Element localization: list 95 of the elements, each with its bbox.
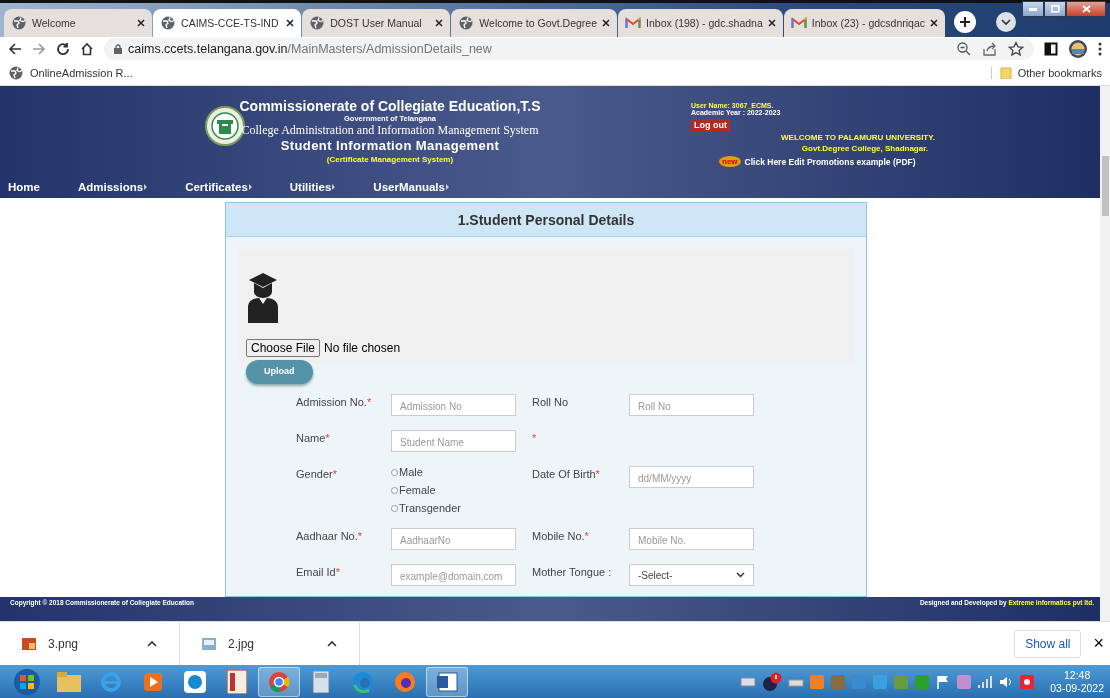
field-label: Email Id* xyxy=(296,565,342,580)
tab-search-button[interactable] xyxy=(996,12,1016,32)
text-field[interactable]: dd/MM/yyyy xyxy=(629,466,754,488)
show-all-button[interactable]: Show all xyxy=(1014,629,1082,658)
module-title: Student Information Management xyxy=(280,138,500,153)
system-title: College Administration and Information Management System xyxy=(241,123,539,138)
required-mark: * xyxy=(532,431,538,446)
minimize-icon xyxy=(1029,7,1037,11)
text-field[interactable]: AadhaarNo xyxy=(391,528,516,550)
maximize-button[interactable] xyxy=(1044,1,1066,17)
globe-icon xyxy=(11,15,27,31)
nav-menu-item[interactable]: Certificates xyxy=(185,181,252,193)
field-label: Mother Tongue : xyxy=(532,565,613,580)
sidebar-icon[interactable] xyxy=(1044,40,1058,57)
college-name: Govt.Degree College, Shadnagar. xyxy=(801,144,929,153)
logout-button[interactable]: Log out xyxy=(691,119,730,131)
chrome-icon[interactable] xyxy=(258,666,300,697)
browser-tab[interactable]: Inbox (23) - gdcsdnriqac xyxy=(783,9,945,37)
share-icon[interactable] xyxy=(982,40,998,57)
maximize-icon xyxy=(1050,5,1060,13)
new-badge: new xyxy=(719,156,741,167)
image-file-icon xyxy=(22,637,36,650)
promotions-link[interactable]: Click Here Edit Promotions example (PDF) xyxy=(744,156,916,167)
radio-option[interactable]: Transgender xyxy=(391,502,532,514)
text-field[interactable]: example@domain.com xyxy=(391,564,516,586)
nav-menu-item[interactable]: Home xyxy=(8,181,40,193)
close-icon[interactable] xyxy=(602,19,611,27)
graduate-icon xyxy=(246,271,280,323)
avatar-icon[interactable] xyxy=(1068,38,1088,59)
back-button[interactable] xyxy=(8,41,22,56)
zoom-icon[interactable] xyxy=(956,40,972,57)
home-button[interactable] xyxy=(80,41,94,56)
text-field[interactable]: Mobile No. xyxy=(629,528,754,550)
text-field[interactable]: Student Name xyxy=(391,430,516,452)
nav-menu-item[interactable]: Utilities xyxy=(289,181,336,193)
close-icon xyxy=(1081,5,1091,13)
minimize-button[interactable] xyxy=(1022,1,1044,17)
select-field[interactable]: -Select- xyxy=(629,564,754,586)
browser-tab[interactable]: Welcome to Govt.Degree xyxy=(451,9,618,37)
radio-option[interactable]: Male xyxy=(391,466,532,478)
globe-icon xyxy=(458,15,475,31)
chevron-down-icon xyxy=(736,572,745,578)
browser-tab[interactable]: CAIMS-CCE-TS-IND xyxy=(153,9,302,37)
browser-tab[interactable]: Inbox (198) - gdc.shadna xyxy=(618,9,783,37)
bookmark-item[interactable]: OnlineAdmission R... xyxy=(8,64,133,81)
new-tab-button[interactable] xyxy=(954,11,976,33)
plus-icon xyxy=(959,16,971,28)
browser-tab[interactable]: DOST User Manual xyxy=(302,9,451,37)
close-icon[interactable] xyxy=(137,19,146,27)
close-icon[interactable] xyxy=(435,19,444,27)
menu-icon[interactable] xyxy=(1098,40,1102,57)
other-bookmarks[interactable]: Other bookmarks xyxy=(990,66,1102,79)
field-label: Name* xyxy=(296,431,331,446)
alert-icon[interactable] xyxy=(761,671,784,692)
signal-icon[interactable] xyxy=(977,673,994,690)
close-icon[interactable] xyxy=(286,19,295,27)
folder-icon xyxy=(999,66,1012,79)
nav-menu-item[interactable]: UserManuals xyxy=(373,181,449,193)
text-field[interactable]: Roll No xyxy=(629,394,754,416)
field-label: Aadhaar No.* xyxy=(296,529,364,544)
image-file-icon xyxy=(202,637,216,650)
field-label: Date Of Birth* xyxy=(532,467,601,482)
text-field[interactable]: Admission No xyxy=(391,394,516,416)
close-icon[interactable] xyxy=(930,19,938,27)
reload-button[interactable] xyxy=(56,41,70,56)
star-icon[interactable] xyxy=(1008,40,1024,57)
field-label: Mobile No.* xyxy=(532,529,590,544)
panel-title: 1.Student Personal Details xyxy=(226,203,866,237)
browser-tab[interactable]: Welcome xyxy=(4,9,153,37)
chevron-down-icon xyxy=(1001,18,1011,26)
module-subtitle: (Certificate Management System) xyxy=(326,155,454,164)
radio-option[interactable]: Female xyxy=(391,484,532,496)
welcome-text: WELCOME TO PALAMURU UNIVERSITY. xyxy=(781,133,935,142)
caret-up-icon[interactable] xyxy=(327,640,337,647)
field-label: Admission No.* xyxy=(296,395,373,410)
globe-icon xyxy=(8,64,24,81)
close-button[interactable] xyxy=(1066,1,1106,17)
close-icon[interactable] xyxy=(767,19,776,27)
clock[interactable]: 12:48 03-09-2022 xyxy=(1050,668,1104,695)
nav-menu-item[interactable]: Admissions xyxy=(77,181,148,193)
choose-file-button[interactable]: Choose File xyxy=(246,339,321,357)
caret-up-icon[interactable] xyxy=(147,640,157,647)
address-field[interactable]: caims.ccets.telangana.gov.in/MainMasters/AdmissionDetails_new xyxy=(104,37,1034,60)
globe-icon xyxy=(160,15,177,31)
field-label: Gender* xyxy=(296,467,338,482)
mail-icon xyxy=(790,15,807,31)
mail-icon xyxy=(625,15,642,31)
globe-icon xyxy=(309,15,326,31)
file-status: No file chosen xyxy=(324,341,401,355)
field-label: Roll No xyxy=(532,395,570,410)
org-title: Commissionerate of Collegiate Education,T.S xyxy=(239,98,541,114)
forward-button[interactable] xyxy=(32,41,46,56)
close-button[interactable]: × xyxy=(1093,633,1104,654)
lock-icon xyxy=(114,43,122,54)
word-icon[interactable] xyxy=(426,666,468,697)
